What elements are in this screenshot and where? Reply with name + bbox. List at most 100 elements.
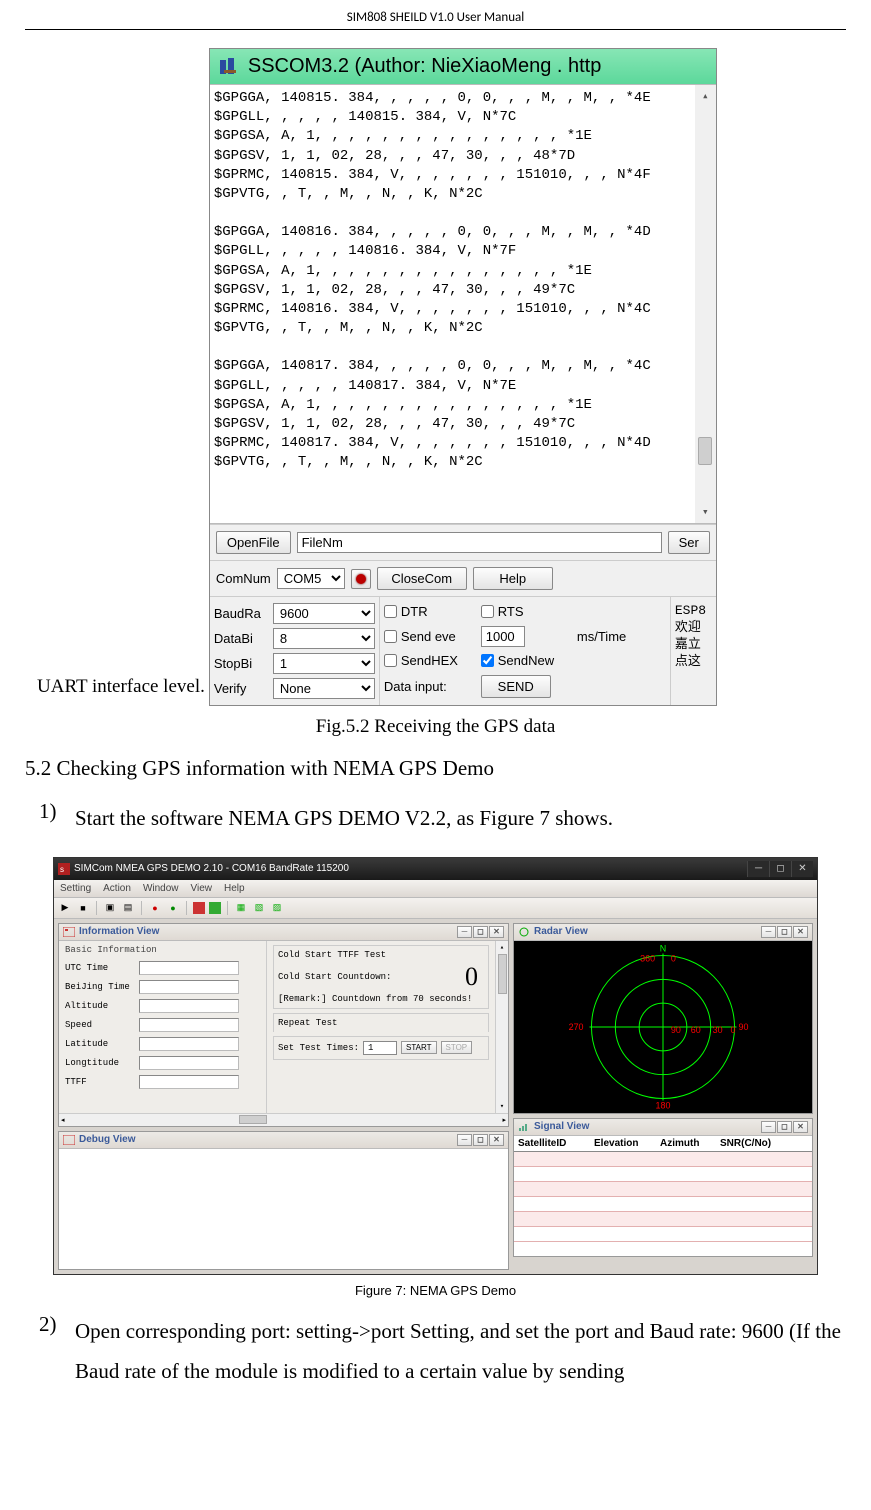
debug-view-window: Debug View ─ ◻ ✕ — [58, 1131, 509, 1270]
stop-button[interactable]: STOP — [441, 1041, 473, 1054]
cold-start-label: Cold Start TTFF Test — [278, 950, 484, 960]
fig7-caption: Figure 7: NEMA GPS Demo — [25, 1283, 846, 1298]
radar-view-window: Radar View ─ ◻ ✕ — [513, 923, 813, 1114]
sw-max-icon[interactable]: ◻ — [473, 926, 488, 938]
filename-input[interactable] — [297, 532, 662, 553]
scroll-down-icon[interactable]: ▾ — [702, 505, 709, 519]
tb-tile1-icon[interactable]: ▦ — [234, 901, 248, 915]
sw-max-icon[interactable]: ◻ — [777, 1121, 792, 1133]
sendnew-checkbox[interactable]: SendNew — [481, 653, 571, 668]
help-button[interactable]: Help — [473, 567, 553, 590]
repeat-test-label: Repeat Test — [278, 1018, 484, 1028]
bj-label: BeiJing Time — [65, 982, 133, 992]
sw-close-icon[interactable]: ✕ — [793, 1121, 808, 1133]
databits-select[interactable]: 8 — [273, 628, 375, 649]
sendeve-checkbox[interactable]: Send eve — [384, 629, 475, 644]
section-5-2-heading: 5.2 Checking GPS information with NEMA G… — [25, 756, 846, 781]
tb-tile2-icon[interactable]: ▧ — [252, 901, 266, 915]
svg-text:360: 360 — [640, 953, 655, 963]
tb-window-icon[interactable]: ▣ — [103, 901, 117, 915]
doc-header: SIM808 SHEILD V1.0 User Manual — [25, 10, 846, 30]
lat-label: Latitude — [65, 1039, 133, 1049]
sw-close-icon[interactable]: ✕ — [489, 1134, 504, 1146]
lon-input[interactable] — [139, 1056, 239, 1070]
tb-stop-icon[interactable]: ■ — [76, 901, 90, 915]
sw-max-icon[interactable]: ◻ — [473, 1134, 488, 1146]
sscom-scrollbar[interactable]: ▴ ▾ — [695, 85, 716, 523]
bj-input[interactable] — [139, 980, 239, 994]
svg-text:90: 90 — [671, 1025, 681, 1035]
svg-text:30: 30 — [713, 1025, 723, 1035]
utc-input[interactable] — [139, 961, 239, 975]
minimize-button[interactable]: ─ — [747, 861, 769, 877]
menu-action[interactable]: Action — [103, 883, 131, 894]
lat-input[interactable] — [139, 1037, 239, 1051]
scroll-up-icon[interactable]: ▴ — [702, 89, 709, 103]
menu-setting[interactable]: Setting — [60, 883, 91, 894]
info-hscroll[interactable]: ◂ ▸ — [59, 1113, 508, 1126]
send-button[interactable]: SEND — [481, 675, 551, 698]
info-view-window: Information View ─ ◻ ✕ Basic Information… — [58, 923, 509, 1127]
ms-label: ms/Time — [577, 629, 643, 644]
ser-button[interactable]: Ser — [668, 531, 710, 554]
sw-min-icon[interactable]: ─ — [761, 926, 776, 938]
stopbits-select[interactable]: 1 — [273, 653, 375, 674]
signal-view-title: Signal View — [534, 1121, 589, 1132]
tb-cascade-icon[interactable]: ▤ — [121, 901, 135, 915]
sscom-output: $GPGGA, 140815. 384, , , , , 0, 0, , , M… — [210, 84, 716, 524]
tb-green-icon[interactable] — [209, 902, 221, 914]
tb-red-icon[interactable] — [193, 902, 205, 914]
menu-view[interactable]: View — [191, 883, 213, 894]
info-vscroll[interactable]: ▴ ▾ — [495, 941, 508, 1113]
nema-app-icon: s — [58, 863, 70, 875]
tb-play-icon[interactable]: ▶ — [58, 901, 72, 915]
verify-select[interactable]: None — [273, 678, 375, 699]
tb-rec-icon[interactable]: ● — [148, 901, 162, 915]
sw-close-icon[interactable]: ✕ — [489, 926, 504, 938]
sscom-title-text: SSCOM3.2 (Author: NieXiaoMeng . http — [248, 55, 602, 78]
record-icon[interactable] — [351, 569, 371, 589]
close-button[interactable]: ✕ — [791, 861, 813, 877]
step2-text: Open corresponding port: setting->port S… — [75, 1312, 846, 1392]
svg-text:90: 90 — [738, 1022, 748, 1032]
cold-remark: [Remark:] Countdown from 70 seconds! — [278, 994, 484, 1004]
alt-input[interactable] — [139, 999, 239, 1013]
uart-label: UART interface level. — [37, 676, 205, 706]
comnum-select[interactable]: COM5 — [277, 568, 345, 589]
cold-countdown-value: 0 — [465, 964, 484, 990]
menu-window[interactable]: Window — [143, 883, 179, 894]
sw-min-icon[interactable]: ─ — [457, 926, 472, 938]
svg-text:180: 180 — [656, 1100, 671, 1110]
sw-max-icon[interactable]: ◻ — [777, 926, 792, 938]
ms-input[interactable] — [481, 626, 525, 647]
debug-icon — [63, 1135, 75, 1145]
menu-help[interactable]: Help — [224, 883, 245, 894]
maximize-button[interactable]: ◻ — [769, 861, 791, 877]
closecom-button[interactable]: CloseCom — [377, 567, 467, 590]
signal-view-window: Signal View ─ ◻ ✕ SatelliteID Elevation … — [513, 1118, 813, 1257]
cold-countdown-label: Cold Start Countdown: — [278, 972, 391, 982]
dtr-checkbox[interactable]: DTR — [384, 604, 475, 619]
scroll-thumb[interactable] — [698, 437, 712, 465]
sw-min-icon[interactable]: ─ — [761, 1121, 776, 1133]
set-times-input[interactable] — [363, 1041, 397, 1055]
sw-min-icon[interactable]: ─ — [457, 1134, 472, 1146]
step1-text: Start the software NEMA GPS DEMO V2.2, a… — [75, 799, 613, 839]
baud-select[interactable]: 9600 — [273, 603, 375, 624]
debug-view-title: Debug View — [79, 1134, 136, 1145]
rts-checkbox[interactable]: RTS — [481, 604, 571, 619]
openfile-button[interactable]: OpenFile — [216, 531, 291, 554]
tb-ok-icon[interactable]: ● — [166, 901, 180, 915]
utc-label: UTC Time — [65, 963, 133, 973]
databits-label: DataBi — [214, 631, 269, 646]
spd-input[interactable] — [139, 1018, 239, 1032]
radar-view-title: Radar View — [534, 926, 588, 937]
sendhex-checkbox[interactable]: SendHEX — [384, 653, 475, 668]
start-button[interactable]: START — [401, 1041, 436, 1054]
ttff-input[interactable] — [139, 1075, 239, 1089]
verify-label: Verify — [214, 681, 269, 696]
cn-text: ESP8 欢迎 嘉立 点这 — [671, 597, 716, 705]
sw-close-icon[interactable]: ✕ — [793, 926, 808, 938]
tb-tile3-icon[interactable]: ▨ — [270, 901, 284, 915]
sig-col-azim: Azimuth — [656, 1136, 716, 1151]
